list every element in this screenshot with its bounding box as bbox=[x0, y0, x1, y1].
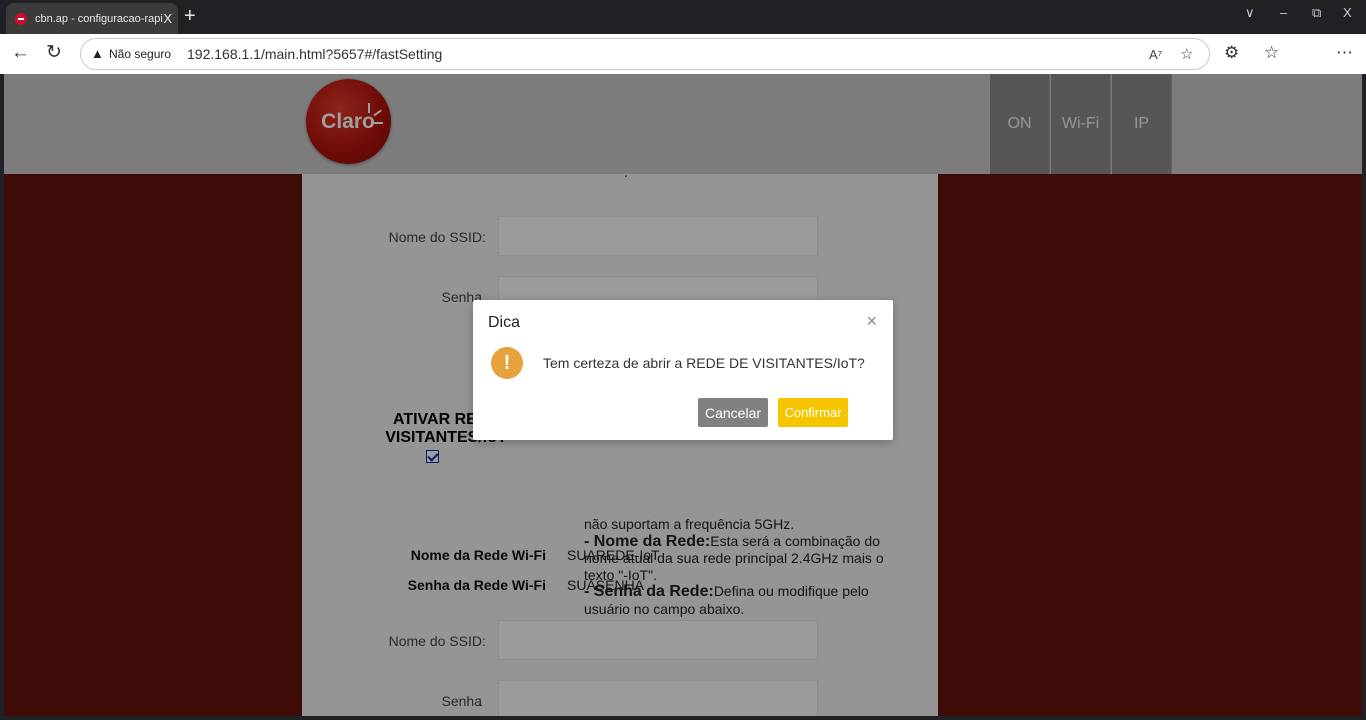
read-aloud-icon[interactable]: A⁷ bbox=[1149, 47, 1162, 62]
collapse-icon[interactable]: ∨ bbox=[1245, 5, 1255, 21]
url-text[interactable]: 192.168.1.1/main.html?5657#/fastSetting bbox=[187, 46, 442, 62]
browser-tabstrip: cbn.ap - configuracao-rapida - Li X + ∨ … bbox=[0, 0, 1366, 34]
reload-icon[interactable]: ↻ bbox=[46, 43, 62, 63]
dialog-close-icon[interactable]: × bbox=[866, 312, 877, 330]
close-window-button[interactable]: X bbox=[1343, 5, 1352, 20]
cancel-button[interactable]: Cancelar bbox=[698, 398, 768, 427]
tab-title: cbn.ap - configuracao-rapida - Li bbox=[35, 12, 163, 25]
restore-button[interactable]: ⧉ bbox=[1312, 5, 1321, 21]
confirm-button[interactable]: Confirmar bbox=[778, 398, 848, 427]
more-menu-icon[interactable]: ⋯ bbox=[1336, 43, 1353, 63]
tab-close-icon[interactable]: X bbox=[163, 11, 172, 26]
browser-toolbar: ← ↻ ▲ Não seguro 192.168.1.1/main.html?5… bbox=[0, 34, 1366, 74]
back-arrow-icon[interactable]: ← bbox=[11, 43, 30, 63]
new-tab-button[interactable]: + bbox=[184, 6, 196, 26]
warning-icon: ! bbox=[491, 347, 523, 379]
dialog-title: Dica bbox=[488, 314, 521, 331]
address-bar[interactable]: ▲ Não seguro 192.168.1.1/main.html?5657#… bbox=[80, 38, 1210, 70]
security-label[interactable]: Não seguro bbox=[109, 47, 171, 61]
warning-triangle-icon[interactable]: ▲ bbox=[91, 46, 104, 61]
confirm-dialog: Dica × ! Tem certeza de abrir a REDE DE … bbox=[473, 300, 893, 440]
browser-tab[interactable]: cbn.ap - configuracao-rapida - Li X bbox=[6, 3, 178, 34]
favorite-star-icon[interactable]: ☆ bbox=[1180, 45, 1193, 63]
dialog-message: Tem certeza de abrir a REDE DE VISITANTE… bbox=[543, 355, 865, 371]
page-viewport: Claro ON Wi-Fi IP . Nome do SSID : Senha… bbox=[4, 74, 1362, 716]
extensions-icon[interactable]: ⚙ bbox=[1224, 43, 1239, 63]
favorites-icon[interactable]: ☆ bbox=[1264, 43, 1279, 63]
minimize-button[interactable]: – bbox=[1280, 5, 1287, 20]
claro-favicon-icon bbox=[15, 12, 27, 25]
